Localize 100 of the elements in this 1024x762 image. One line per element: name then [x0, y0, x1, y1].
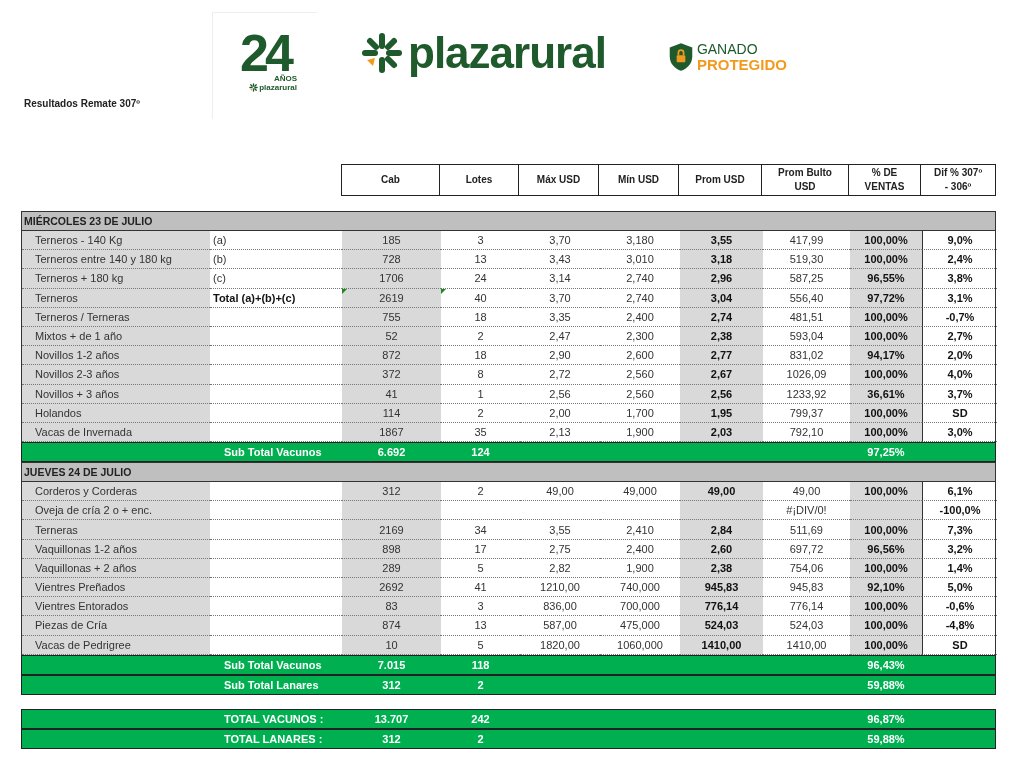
table-cell: 3,18 — [680, 250, 763, 270]
table-cell: 100,00% — [850, 403, 922, 423]
table-cell-text: 2 — [476, 731, 485, 747]
table-cell: 3 — [441, 231, 520, 251]
table-cell: Novillos 2-3 años — [22, 365, 210, 385]
table-cell: 3,55 — [680, 231, 763, 251]
table-cell: 3,2% — [922, 539, 997, 559]
table-cell: 524,03 — [680, 616, 763, 636]
table-cell: 100,00% — [850, 520, 922, 540]
table-cell-text: 6.692 — [376, 445, 407, 461]
table-cell-text: 59,88% — [866, 731, 906, 747]
table-cell: 100,00% — [850, 558, 922, 578]
table-cell: Mixtos + de 1 año — [22, 326, 210, 347]
table-cell-text: 13.707 — [373, 711, 410, 727]
table-cell: 185 — [342, 231, 441, 251]
table-cell: 3,14 — [520, 269, 600, 289]
table-cell: 5 — [441, 635, 520, 655]
table-cell: 34 — [441, 520, 520, 540]
table-cell: 100,00% — [850, 250, 922, 270]
table-cell: Terneros - 140 Kg — [22, 231, 210, 251]
table-cell: 7,3% — [922, 520, 997, 540]
table-cell: 3 — [441, 597, 520, 617]
total-label: TOTAL LANARES : — [223, 731, 324, 747]
column-header: Cab — [341, 164, 440, 196]
table-cell: 5,0% — [922, 578, 997, 598]
table-cell-text: 124 — [470, 445, 491, 461]
table-cell-text: 312 — [381, 731, 402, 747]
table-cell: 96,55% — [850, 269, 922, 289]
table-cell: 2,82 — [520, 558, 600, 578]
column-header: Máx USD — [519, 164, 599, 196]
table-cell: 2,77 — [680, 346, 763, 366]
table-cell: 96,56% — [850, 539, 922, 559]
table-cell: 3,7% — [922, 384, 997, 404]
table-cell: 4,0% — [922, 365, 997, 385]
table-cell: 5 — [441, 558, 520, 578]
table-cell: 3,43 — [520, 250, 600, 270]
table-cell: 2692 — [342, 578, 441, 598]
table-cell: 3,8% — [922, 269, 997, 289]
table-cell-text: 7.015 — [376, 657, 407, 673]
table-cell: 312 — [342, 482, 441, 502]
table-cell-text: 97,25% — [866, 445, 906, 461]
table-cell-text: 312 — [381, 677, 402, 693]
table-cell: 92,10% — [850, 578, 922, 598]
table-cell: 2,75 — [520, 539, 600, 559]
brand-logo: plazarural — [362, 28, 606, 78]
table-cell: 40 — [441, 288, 520, 308]
table-cell: 2,0% — [922, 346, 997, 366]
table-cell: 1820,00 — [520, 635, 600, 655]
section-header: JUEVES 24 DE JULIO — [21, 462, 996, 483]
table-cell: 2169 — [342, 520, 441, 540]
table-cell: 3,70 — [520, 231, 600, 251]
subtotal-label: Sub Total Vacunos — [223, 445, 323, 461]
badge-logo: GANADO PROTEGIDO — [667, 40, 787, 74]
table-cell: SD — [922, 635, 997, 655]
table-cell: 24 — [441, 269, 520, 289]
table-cell: Vacas de Invernada — [22, 422, 210, 443]
section-header: MIÉRCOLES 23 DE JULIO — [21, 211, 996, 231]
table-cell: Terneros — [22, 288, 210, 308]
table-cell: 36,61% — [850, 384, 922, 404]
table-cell: 100,00% — [850, 326, 922, 347]
table-cell: 100,00% — [850, 365, 922, 385]
table-cell: Vaquillonas 1-2 años — [22, 539, 210, 559]
table-cell: 49,00 — [520, 482, 600, 502]
page-title: Resultados Remate 307º — [24, 98, 140, 109]
total-label: TOTAL VACUNOS : — [223, 711, 325, 727]
table-cell: 1,4% — [922, 558, 997, 578]
table-cell: 587,00 — [520, 616, 600, 636]
table-cell: 2,96 — [680, 269, 763, 289]
table-cell: Terneros + 180 kg — [22, 269, 210, 289]
table-cell: Vaquillonas + 2 años — [22, 558, 210, 578]
table-cell: 2 — [441, 326, 520, 347]
table-cell-text: 59,88% — [866, 677, 906, 693]
column-header: Mín USD — [599, 164, 679, 196]
table-cell: 13 — [441, 616, 520, 636]
table-cell: Terneros entre 140 y 180 kg — [22, 250, 210, 270]
table-cell: 2,56 — [520, 384, 600, 404]
table-cell: 945,83 — [680, 578, 763, 598]
table-cell: 2,00 — [520, 403, 600, 423]
table-cell-text: 118 — [470, 657, 491, 673]
table-cell: 1210,00 — [520, 578, 600, 598]
table-cell: Vacas de Pedrigree — [22, 635, 210, 655]
table-cell: 2 — [441, 482, 520, 502]
table-cell: 372 — [342, 365, 441, 385]
table-cell: -100,0% — [922, 501, 997, 521]
table-cell: 836,00 — [520, 597, 600, 617]
column-header: Lotes — [440, 164, 519, 196]
table-cell: 3,70 — [520, 288, 600, 308]
table-cell: Vientres Entorados — [22, 597, 210, 617]
table-cell: 100,00% — [850, 635, 922, 655]
table-cell: 872 — [342, 346, 441, 366]
table-cell: 49,00 — [680, 482, 763, 502]
table-cell: 13 — [441, 250, 520, 270]
table-cell: 18 — [441, 346, 520, 366]
column-header: Dif % 307º - 306º — [921, 164, 996, 196]
table-cell: 83 — [342, 597, 441, 617]
table-cell: SD — [922, 403, 997, 423]
table-cell: 100,00% — [850, 597, 922, 617]
table-cell: 9,0% — [922, 231, 997, 251]
table-cell: 100,00% — [850, 482, 922, 502]
column-header: Prom Bulto USD — [762, 164, 849, 196]
